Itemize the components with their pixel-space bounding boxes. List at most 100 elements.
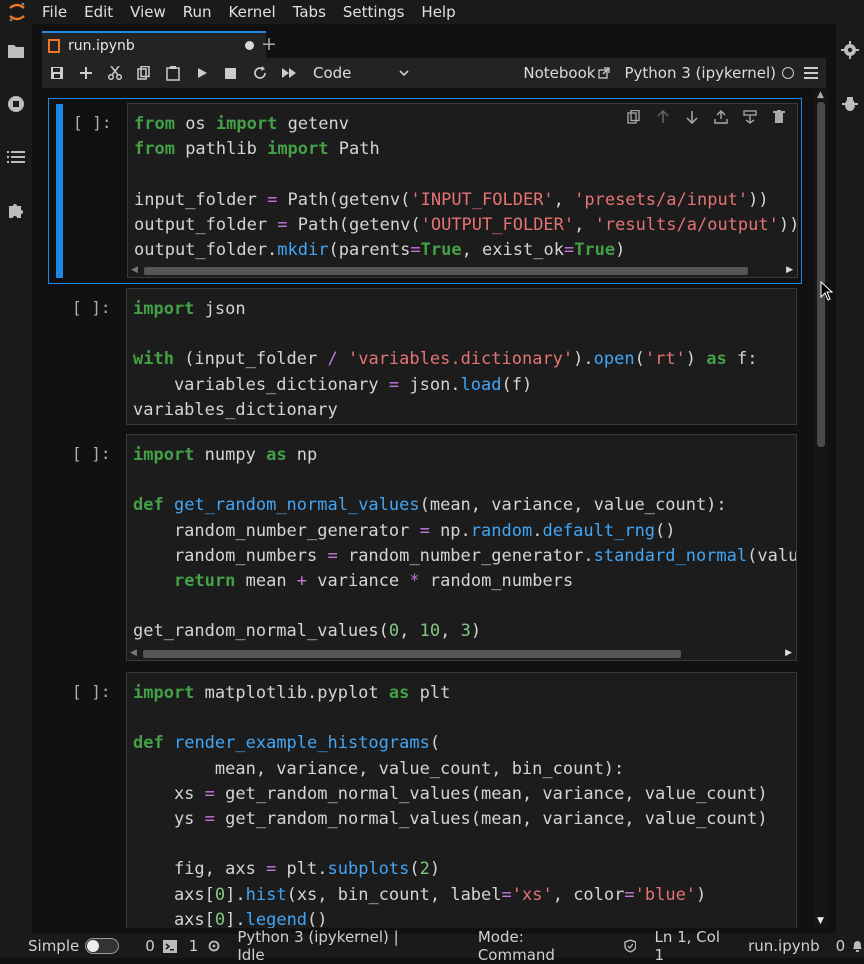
extensions-puzzle-icon[interactable] — [6, 200, 26, 220]
stop-icon — [225, 67, 236, 79]
cell-editor[interactable]: import numpy as np def get_random_normal… — [126, 434, 797, 661]
menu-hamburger-icon[interactable] — [804, 67, 818, 79]
scrollbar-thumb[interactable] — [143, 650, 681, 658]
folder-icon[interactable] — [6, 41, 26, 61]
cell-prompt: [ ]: — [72, 298, 111, 317]
toolbar-right: Notebook Python 3 (ipykernel) — [523, 58, 818, 88]
new-tab-button[interactable]: + — [258, 34, 280, 56]
fast-forward-icon — [281, 68, 296, 78]
property-inspector-gear-icon[interactable] — [840, 40, 860, 60]
vertical-scrollbar[interactable]: ▲ ▼ — [814, 90, 828, 928]
cell-type-select[interactable]: Code — [313, 64, 409, 82]
notebook-file-icon — [48, 38, 60, 53]
copy-button[interactable] — [129, 60, 158, 86]
table-of-contents-icon[interactable] — [6, 147, 26, 167]
code-text[interactable]: import matplotlib.pyplot as plt def rend… — [127, 673, 796, 928]
scrollbar-thumb[interactable] — [817, 102, 825, 447]
copy-icon — [136, 66, 150, 80]
kernel-name-button[interactable]: Python 3 (ipykernel) — [624, 64, 776, 82]
cell-editor[interactable]: import json with (input_folder / 'variab… — [126, 288, 797, 425]
code-cell[interactable]: [ ]: import numpy as np def get_random_n… — [48, 434, 802, 662]
kernels-count: 1 — [188, 937, 199, 955]
cell-prompt: [ ]: — [72, 444, 111, 463]
notebook-panel[interactable]: [ ]: from os import getenv from pathlib … — [42, 90, 828, 928]
paste-button[interactable] — [158, 60, 187, 86]
cell-prompt: [ ]: — [72, 682, 111, 701]
cut-button[interactable] — [100, 60, 129, 86]
horizontal-scrollbar[interactable]: ◀ ▶ — [128, 263, 797, 277]
code-text[interactable]: from os import getenv from pathlib impor… — [128, 104, 797, 263]
duplicate-cell-button[interactable] — [623, 107, 644, 127]
plus-icon — [79, 67, 92, 79]
jupyter-logo-icon — [6, 1, 28, 23]
tab-run-ipynb[interactable]: run.ipynb — [42, 31, 266, 58]
menu-view[interactable]: View — [130, 3, 166, 21]
trash-icon — [772, 110, 785, 123]
save-button[interactable] — [42, 60, 71, 86]
insert-below-button[interactable] — [739, 107, 760, 127]
trusted-shield-icon[interactable] — [623, 939, 637, 953]
cell-editor[interactable]: from os import getenv from pathlib impor… — [127, 103, 798, 278]
cursor-position[interactable]: Ln 1, Col 1 — [654, 928, 733, 964]
move-up-button[interactable] — [652, 107, 673, 127]
play-icon — [197, 68, 207, 78]
restart-kernel-button[interactable] — [245, 60, 274, 86]
insert-above-button[interactable] — [710, 107, 731, 127]
menu-edit[interactable]: Edit — [84, 3, 113, 21]
insert-below-icon — [742, 110, 757, 124]
cell-collapser[interactable] — [56, 104, 63, 278]
simple-mode-toggle[interactable]: Simple — [28, 937, 120, 955]
code-cell[interactable]: [ ]: from os import getenv from pathlib … — [48, 98, 802, 284]
simple-mode-label: Simple — [28, 937, 80, 955]
code-cell[interactable]: [ ]: import matplotlib.pyplot as plt def… — [48, 672, 802, 928]
menu-settings[interactable]: Settings — [343, 3, 405, 21]
menu-kernel[interactable]: Kernel — [229, 3, 276, 21]
restart-run-all-button[interactable] — [274, 60, 303, 86]
insert-cell-button[interactable] — [71, 60, 100, 86]
left-sidebar — [0, 24, 32, 934]
kernel-status-text[interactable]: Python 3 (ipykernel) | Idle — [237, 928, 428, 964]
cell-toolbar — [623, 107, 789, 127]
scrollbar-thumb[interactable] — [144, 267, 748, 275]
menu-tabs[interactable]: Tabs — [293, 3, 326, 21]
bell-icon[interactable] — [851, 939, 864, 953]
duplicate-icon — [627, 110, 640, 124]
status-filename: run.ipynb — [748, 937, 820, 955]
external-link-icon — [598, 67, 611, 79]
horizontal-scrollbar[interactable]: ◀ ▶ — [127, 646, 796, 660]
code-cell[interactable]: [ ]: import json with (input_folder / 'v… — [48, 288, 802, 426]
status-bar: Simple 0 1 Python 3 (ipykernel) | Idle M… — [0, 928, 864, 964]
unsaved-indicator-icon[interactable] — [245, 41, 254, 50]
toggle-switch[interactable] — [85, 938, 120, 954]
cell-editor[interactable]: import matplotlib.pyplot as plt def rend… — [126, 672, 797, 928]
mouse-cursor-icon — [820, 281, 834, 301]
menu-run[interactable]: Run — [183, 3, 212, 21]
cell-type-value: Code — [313, 64, 352, 82]
kernel-status-icon — [782, 67, 794, 79]
right-sidebar — [836, 24, 864, 934]
debugger-bug-icon[interactable] — [840, 94, 860, 114]
refresh-icon — [253, 66, 266, 79]
notifications-count[interactable]: 0 — [836, 937, 846, 955]
arrow-up-icon — [656, 110, 669, 123]
move-down-button[interactable] — [681, 107, 702, 127]
terminals-indicator[interactable]: 0 — [145, 937, 177, 955]
running-kernels-icon[interactable] — [6, 94, 26, 114]
scroll-down-arrow-icon[interactable]: ▼ — [817, 916, 824, 926]
menu-help[interactable]: Help — [421, 3, 455, 21]
menu-file[interactable]: File — [42, 3, 67, 21]
kernels-indicator[interactable]: 1 — [189, 937, 222, 955]
terminals-count: 0 — [145, 937, 155, 955]
delete-cell-button[interactable] — [768, 107, 789, 127]
code-text[interactable]: import numpy as np def get_random_normal… — [127, 435, 796, 645]
tab-label: run.ipynb — [68, 37, 135, 54]
interrupt-kernel-button[interactable] — [216, 60, 245, 86]
scissors-icon — [107, 66, 122, 80]
tab-bar: run.ipynb + — [32, 24, 836, 58]
scroll-up-arrow-icon[interactable]: ▲ — [817, 90, 824, 100]
clipboard-icon — [165, 65, 180, 81]
code-text[interactable]: import json with (input_folder / 'variab… — [127, 289, 796, 423]
run-cell-button[interactable] — [187, 60, 216, 86]
open-notebook-button[interactable]: Notebook — [523, 64, 611, 82]
mode-indicator: Mode: Command — [477, 928, 555, 964]
